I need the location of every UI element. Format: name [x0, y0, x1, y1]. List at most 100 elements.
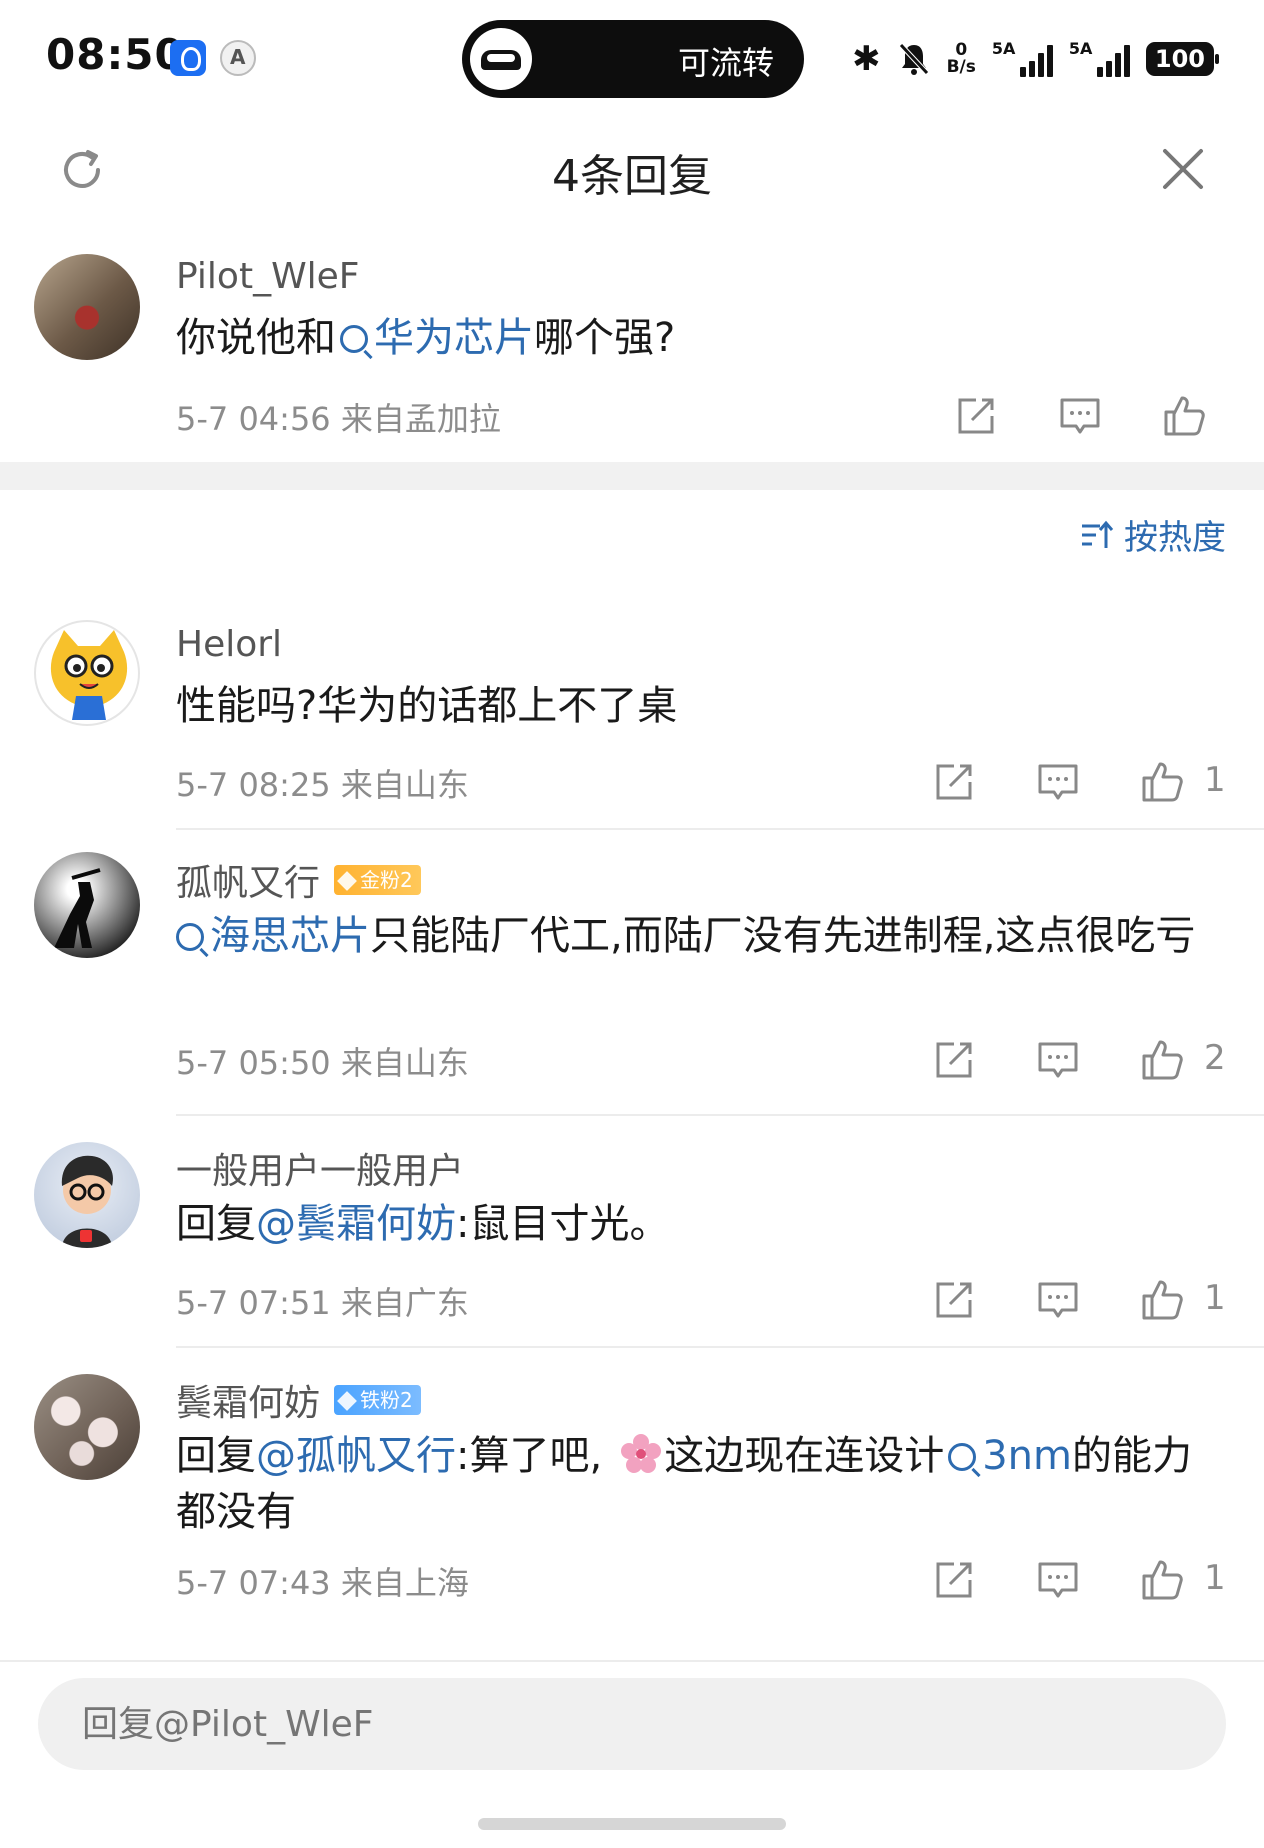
username-text: Pilot_WleF	[176, 256, 360, 297]
diamond-icon	[337, 871, 357, 891]
topic-link[interactable]: 海思芯片	[176, 913, 370, 959]
section-divider	[0, 462, 1264, 490]
dynamic-island[interactable]: 可流转	[462, 20, 804, 98]
cartoon-boy-avatar-icon	[61, 1155, 114, 1248]
comment-text-part: 这边现在连设计	[664, 1433, 945, 1479]
share-icon[interactable]	[932, 1038, 976, 1082]
topic-link-text: 3nm	[982, 1433, 1072, 1479]
status-bar: 08:50 可流转 ✱ 0 B/s 5A 5A 100	[0, 0, 1264, 118]
replies-header: 4条回复	[0, 118, 1264, 222]
comment-icon[interactable]	[1036, 1038, 1080, 1082]
like-count: 1	[1204, 1558, 1226, 1598]
lightbulb-app-icon	[170, 40, 206, 76]
island-label: 可流转	[677, 44, 774, 82]
footer-divider	[0, 1660, 1264, 1662]
like-icon[interactable]	[1140, 1558, 1184, 1602]
close-icon[interactable]	[1160, 146, 1206, 192]
comment-text-part: :鼠目寸光。	[456, 1201, 670, 1247]
signal-label: 5A	[1068, 39, 1093, 58]
username-text: 鬓霜何妨	[176, 1383, 321, 1424]
reply-prefix: 回复	[176, 1201, 256, 1247]
page-title: 4条回复	[552, 151, 712, 202]
comment-text-part: 只能陆厂代工,而陆厂没有先进制程,这点很吃亏	[370, 913, 1196, 959]
share-icon[interactable]	[932, 1278, 976, 1322]
net-speed: 0 B/s	[947, 42, 976, 76]
cat-avatar-icon	[50, 630, 128, 720]
search-icon	[340, 325, 368, 353]
share-icon[interactable]	[932, 1558, 976, 1602]
mention-link[interactable]: @鬓霜何妨	[256, 1201, 456, 1247]
avatar[interactable]	[34, 1142, 140, 1248]
like-count: 2	[1204, 1038, 1226, 1078]
comment-text-part: 哪个强?	[534, 315, 676, 361]
divider	[176, 1346, 1264, 1348]
username-text: 一般用户一般用户	[176, 1151, 465, 1192]
silhouette-avatar-icon	[54, 868, 101, 948]
badge-text: 金粉2	[360, 868, 413, 892]
like-icon[interactable]	[1140, 760, 1184, 804]
divider	[176, 1114, 1264, 1116]
badge-text: 铁粉2	[360, 1388, 413, 1412]
topic-link-text: 华为芯片	[374, 315, 534, 361]
topic-link[interactable]: 华为芯片	[336, 315, 534, 361]
battery-icon: 100	[1145, 42, 1220, 76]
like-icon[interactable]	[1162, 394, 1206, 438]
cherry-blossom-icon	[621, 1434, 662, 1473]
comment-username[interactable]: Helorl	[176, 624, 282, 665]
reply-item: 孤帆又行 金粉2 海思芯片只能陆厂代工,而陆厂没有先进制程,这点很吃亏 5-7 …	[0, 848, 1264, 1098]
comment-icon[interactable]	[1036, 760, 1080, 804]
like-icon[interactable]	[1140, 1038, 1184, 1082]
comment-icon[interactable]	[1036, 1558, 1080, 1602]
navigation-app-icon	[220, 40, 256, 76]
comment-text: 回复@孤帆又行:算了吧, 这边现在连设计 3nm的能力都没有	[176, 1428, 1226, 1540]
comment-meta: 5-7 07:51 来自广东	[176, 1284, 469, 1322]
comment-meta: 5-7 08:25 来自山东	[176, 766, 469, 804]
share-icon[interactable]	[954, 394, 998, 438]
comment-text: 回复@鬓霜何妨:鼠目寸光。	[176, 1196, 1226, 1252]
reply-input[interactable]	[38, 1678, 1226, 1770]
comment-username[interactable]: 一般用户一般用户	[176, 1142, 464, 1194]
topic-link[interactable]: 3nm	[944, 1433, 1072, 1479]
reply-item: 一般用户一般用户 回复@鬓霜何妨:鼠目寸光。 5-7 07:51 来自广东 1	[0, 1140, 1264, 1340]
status-time: 08:50	[46, 30, 185, 79]
comment-username[interactable]: 鬓霜何妨 铁粉2	[176, 1374, 421, 1426]
comment-icon[interactable]	[1058, 394, 1102, 438]
comment-icon[interactable]	[1036, 1278, 1080, 1322]
reply-prefix: 回复	[176, 1433, 256, 1479]
comment-text: 你说他和 华为芯片哪个强?	[176, 310, 1226, 366]
sort-by-hotness-button[interactable]: 按热度	[1080, 510, 1226, 559]
comment-username[interactable]: 孤帆又行 金粉2	[176, 854, 421, 906]
share-icon[interactable]	[932, 760, 976, 804]
comment-text: 海思芯片只能陆厂代工,而陆厂没有先进制程,这点很吃亏	[176, 908, 1226, 964]
status-indicators: ✱ 0 B/s 5A 5A 100	[852, 34, 1220, 84]
username-text: Helorl	[176, 624, 283, 665]
search-icon	[948, 1443, 977, 1471]
avatar[interactable]	[34, 254, 140, 360]
comment-meta: 5-7 04:56 来自孟加拉	[176, 400, 501, 438]
net-speed-unit: B/s	[946, 57, 976, 77]
comment-text-part: :算了吧,	[456, 1433, 603, 1479]
fan-badge[interactable]: 铁粉2	[334, 1385, 421, 1415]
diamond-icon	[337, 1391, 357, 1411]
root-comment: Pilot_WleF 你说他和 华为芯片哪个强? 5-7 04:56 来自孟加拉	[0, 250, 1264, 450]
comment-text: 性能吗?华为的话都上不了桌	[176, 683, 678, 729]
fan-badge[interactable]: 金粉2	[334, 865, 421, 895]
like-icon[interactable]	[1140, 1278, 1184, 1322]
comment-meta: 5-7 07:43 来自上海	[176, 1564, 469, 1602]
sort-label: 按热度	[1124, 518, 1226, 558]
mention-link[interactable]: @孤帆又行	[256, 1433, 456, 1479]
comment-text-part: 你说他和	[176, 315, 336, 361]
comment-username[interactable]: Pilot_WleF	[176, 256, 360, 297]
signal-icon: 5A	[991, 39, 1053, 77]
topic-link-text: 海思芯片	[210, 913, 370, 959]
car-icon	[470, 28, 532, 90]
reply-item: 鬓霜何妨 铁粉2 回复@孤帆又行:算了吧, 这边现在连设计 3nm的能力都没有 5-…	[0, 1370, 1264, 1610]
home-indicator[interactable]	[478, 1818, 786, 1830]
comment-meta: 5-7 05:50 来自山东	[176, 1044, 469, 1082]
bluetooth-icon: ✱	[852, 39, 881, 79]
reply-item: Helorl 性能吗?华为的话都上不了桌 5-7 08:25 来自山东 1	[0, 618, 1264, 828]
avatar[interactable]	[34, 852, 140, 958]
avatar[interactable]	[34, 620, 140, 726]
avatar[interactable]	[34, 1374, 140, 1480]
signal-label: 5A	[991, 39, 1016, 58]
